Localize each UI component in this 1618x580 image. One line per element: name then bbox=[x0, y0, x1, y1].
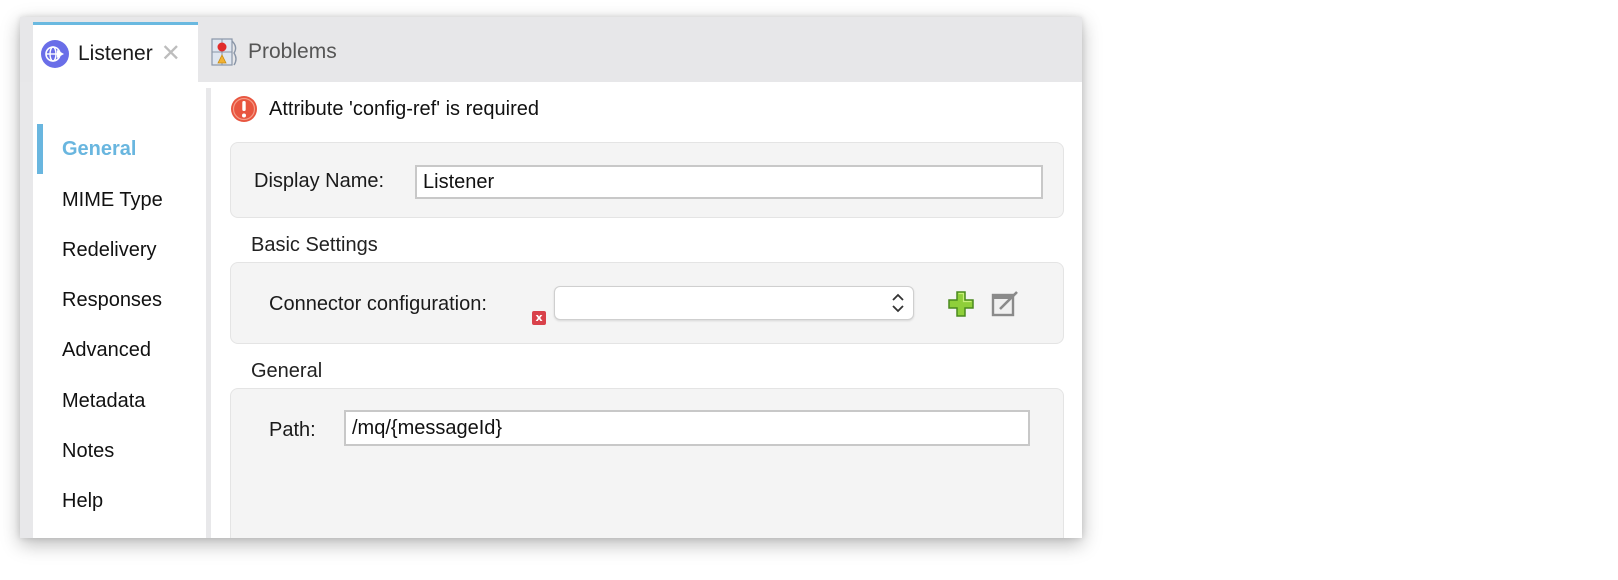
tab-bar: Listener ✕ Problems bbox=[20, 17, 1082, 82]
display-name-panel: Display Name: bbox=[230, 142, 1064, 218]
general-panel: Path: bbox=[230, 388, 1064, 538]
active-indicator bbox=[37, 124, 43, 174]
sidebar-item-help[interactable]: Help bbox=[62, 490, 103, 513]
error-message: Attribute 'config-ref' is required bbox=[269, 97, 539, 120]
add-icon[interactable] bbox=[947, 290, 975, 318]
display-name-label: Display Name: bbox=[254, 170, 385, 192]
tab-label: Listener bbox=[78, 41, 153, 65]
connector-configuration-label: Connector configuration: bbox=[269, 293, 487, 315]
error-icon bbox=[231, 96, 257, 122]
edit-icon[interactable] bbox=[991, 289, 1019, 317]
basic-settings-title: Basic Settings bbox=[251, 234, 378, 256]
sidebar-item-redelivery[interactable]: Redelivery bbox=[62, 239, 156, 262]
form-area: Attribute 'config-ref' is required Displ… bbox=[211, 82, 1082, 538]
connector-configuration-select[interactable] bbox=[554, 286, 914, 320]
properties-window: Listener ✕ Problems General MIME Type Re… bbox=[20, 17, 1082, 538]
error-banner: Attribute 'config-ref' is required bbox=[230, 95, 539, 123]
basic-settings-panel: Connector configuration: x bbox=[230, 262, 1064, 344]
general-section-title: General bbox=[251, 360, 323, 382]
display-name-input[interactable] bbox=[415, 165, 1043, 199]
sidebar-item-general[interactable]: General bbox=[62, 138, 136, 161]
sidebar-item-metadata[interactable]: Metadata bbox=[62, 390, 145, 413]
tab-problems[interactable]: Problems bbox=[210, 22, 337, 82]
editor-content: General MIME Type Redelivery Responses A… bbox=[33, 82, 1082, 538]
tab-label: Problems bbox=[248, 40, 337, 63]
path-label: Path: bbox=[269, 419, 316, 441]
required-error-icon: x bbox=[532, 311, 546, 325]
sidebar-item-advanced[interactable]: Advanced bbox=[62, 339, 151, 362]
close-icon[interactable]: ✕ bbox=[161, 41, 181, 66]
sidebar-item-mime-type[interactable]: MIME Type bbox=[62, 189, 163, 212]
path-input[interactable] bbox=[344, 410, 1030, 446]
sidebar-item-responses[interactable]: Responses bbox=[62, 289, 162, 312]
listener-globe-icon bbox=[41, 39, 69, 68]
sidebar-nav: General MIME Type Redelivery Responses A… bbox=[33, 82, 206, 538]
sidebar-item-notes[interactable]: Notes bbox=[62, 440, 114, 463]
problems-icon bbox=[211, 38, 237, 66]
tab-listener[interactable]: Listener ✕ bbox=[33, 22, 198, 82]
chevron-up-down-icon bbox=[892, 293, 904, 313]
